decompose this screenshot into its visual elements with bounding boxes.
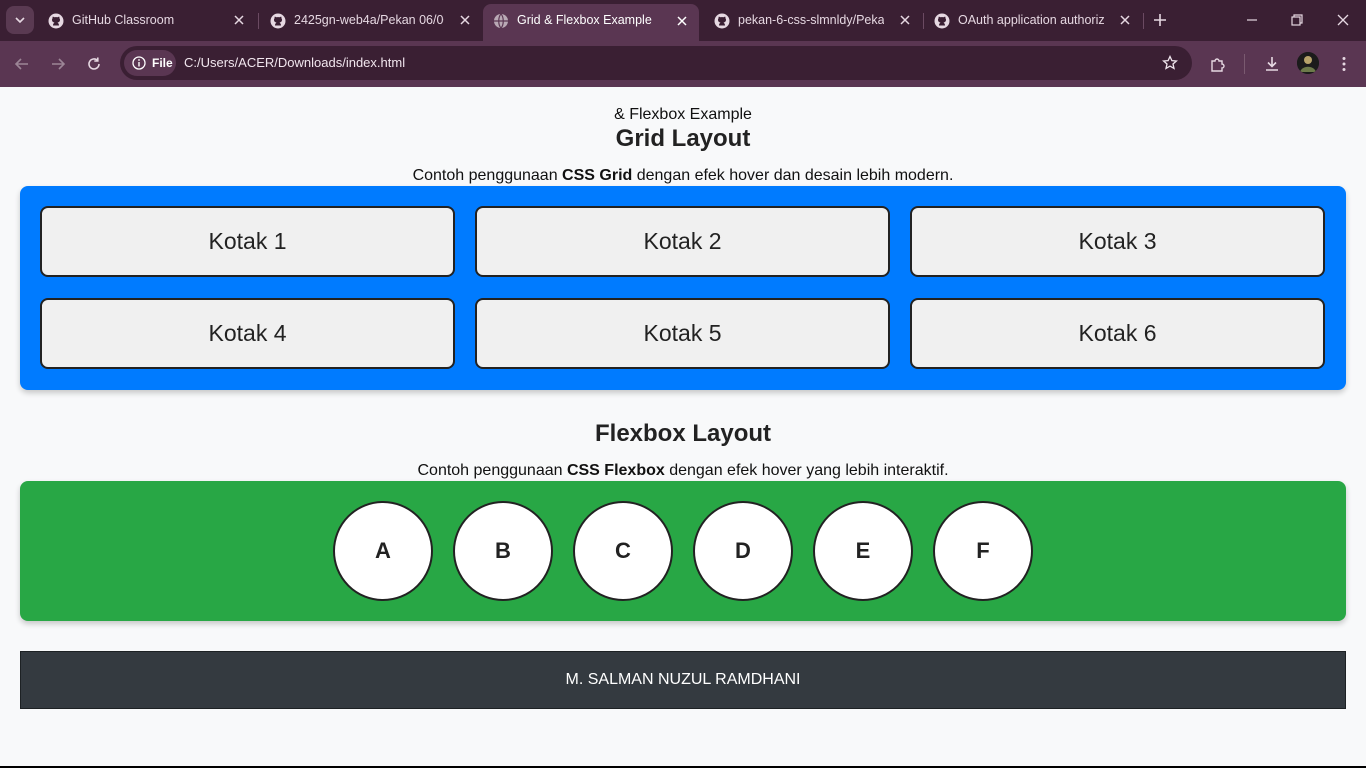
grid-item[interactable]: Kotak 3 [910,206,1325,277]
tab-title: pekan-6-css-slmnldy/Pekan [738,13,884,27]
flex-item[interactable]: E [813,501,913,601]
tab-search-button[interactable] [6,6,34,34]
browser-tabstrip: GitHub Classroom 2425gn-web4a/Pekan 06/0… [0,0,1366,41]
close-icon[interactable] [458,13,472,27]
toolbar-divider [1244,54,1245,74]
tab-title: GitHub Classroom [72,13,175,27]
avatar-image-icon [1297,52,1319,74]
grid-section-description: Contoh penggunaan CSS Grid dengan efek h… [0,167,1366,185]
url-text[interactable]: C:/Users/ACER/Downloads/index.html [184,55,405,70]
chevron-down-icon [15,17,25,24]
new-tab-plus-icon[interactable] [1151,11,1169,29]
tab-pekan-6-css[interactable]: pekan-6-css-slmnldy/Pekan [704,6,922,35]
site-info-chip[interactable]: File [124,50,176,76]
tab-grid-flexbox-example[interactable]: Grid & Flexbox Example [483,4,699,41]
flex-item[interactable]: D [693,501,793,601]
grid-container: Kotak 1 Kotak 2 Kotak 3 Kotak 4 Kotak 5 … [20,186,1346,390]
tab-title: Grid & Flexbox Example [517,13,652,27]
flex-section-description: Contoh penggunaan CSS Flexbox dengan efe… [0,462,1366,480]
grid-item[interactable]: Kotak 4 [40,298,455,369]
tab-title: OAuth application authorize [958,13,1104,27]
description-text: Contoh penggunaan [412,167,563,184]
menu-kebab-icon[interactable] [1335,55,1353,73]
grid-item[interactable]: Kotak 5 [475,298,890,369]
back-arrow-icon[interactable] [13,55,31,73]
grid-item[interactable]: Kotak 1 [40,206,455,277]
grid-item[interactable]: Kotak 6 [910,298,1325,369]
download-icon[interactable] [1263,55,1281,73]
close-icon[interactable] [675,14,689,28]
flex-section-heading: Flexbox Layout [594,420,772,447]
address-bar[interactable]: File C:/Users/ACER/Downloads/index.html [120,46,1192,80]
file-chip-label: File [152,56,173,70]
page-top-title: & Flexbox Example [614,106,752,123]
description-bold: CSS Grid [562,167,633,184]
description-text: Contoh penggunaan [417,462,567,479]
flex-item[interactable]: A [333,501,433,601]
github-icon [934,13,950,29]
reload-icon[interactable] [85,55,103,73]
description-text: dengan efek hover dan desain lebih moder… [632,167,954,184]
tab-github-classroom[interactable]: GitHub Classroom [38,6,256,35]
tab-separator [1143,13,1144,29]
tab-pekan-06[interactable]: 2425gn-web4a/Pekan 06/00 [260,6,482,35]
flex-item[interactable]: B [453,501,553,601]
restore-icon[interactable] [1289,12,1305,28]
github-icon [48,13,64,29]
info-icon [132,56,146,70]
globe-icon [494,13,508,29]
close-icon[interactable] [232,13,246,27]
description-bold: CSS Flexbox [566,462,665,479]
close-window-icon[interactable] [1335,12,1351,28]
description-text: dengan efek hover yang lebih interaktif. [664,462,949,479]
tab-oauth-authorization[interactable]: OAuth application authorize [924,6,1142,35]
extensions-puzzle-icon[interactable] [1209,55,1227,73]
minimize-icon[interactable] [1244,12,1260,28]
tab-separator [258,13,259,29]
tab-title: 2425gn-web4a/Pekan 06/00 [294,13,444,27]
forward-arrow-icon[interactable] [49,55,67,73]
github-icon [714,13,730,29]
profile-avatar[interactable] [1297,52,1319,74]
flex-item[interactable]: C [573,501,673,601]
close-icon[interactable] [898,13,912,27]
flex-item[interactable]: F [933,501,1033,601]
page-viewport: & Flexbox Example Grid Layout Contoh pen… [0,87,1366,766]
grid-section-heading: Grid Layout [615,125,751,152]
page-footer: M. SALMAN NUZUL RAMDHANI [20,651,1346,709]
flex-container: A B C D E F [20,481,1346,621]
browser-toolbar: File C:/Users/ACER/Downloads/index.html [0,41,1366,87]
grid-item[interactable]: Kotak 2 [475,206,890,277]
github-icon [270,13,286,29]
bookmark-star-icon[interactable] [1162,55,1178,71]
close-icon[interactable] [1118,13,1132,27]
